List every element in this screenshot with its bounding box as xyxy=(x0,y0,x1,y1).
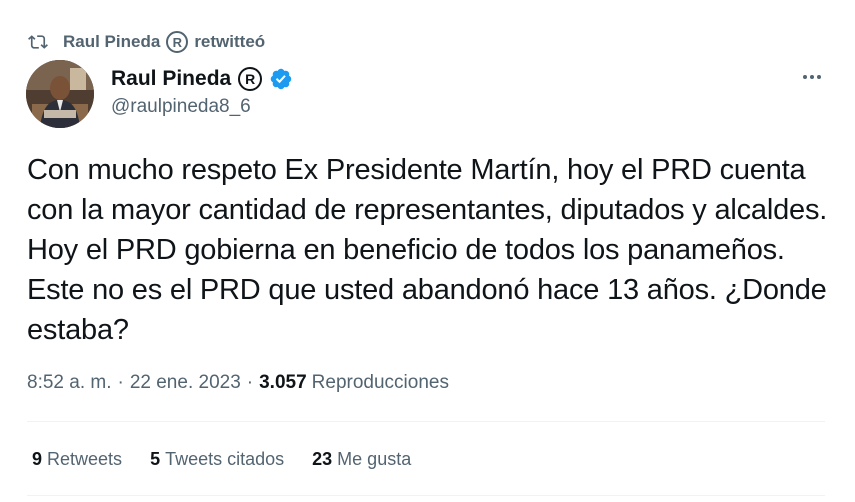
quote-tweets-count: 5 xyxy=(150,449,161,469)
likes-stat[interactable]: 23 Me gusta xyxy=(312,449,411,470)
retweet-icon xyxy=(27,32,49,52)
tweet-stats: 9 Retweets 5 Tweets citados 23 Me gusta xyxy=(32,449,411,470)
likes-label: Me gusta xyxy=(337,449,412,469)
author-handle[interactable]: @raulpineda8_6 xyxy=(111,96,293,118)
retweet-action-label: retwitteó xyxy=(194,32,266,51)
retweets-stat[interactable]: 9 Retweets xyxy=(32,449,122,470)
author-block: Raul Pineda R @raulpineda8_6 xyxy=(111,64,293,118)
retweet-banner: Raul Pineda R retwitteó xyxy=(27,30,265,54)
tweet-date[interactable]: 22 ene. 2023 xyxy=(130,372,241,394)
divider xyxy=(27,495,825,496)
more-options-button[interactable] xyxy=(799,66,825,92)
retweeter-name[interactable]: Raul Pineda xyxy=(63,32,160,52)
views-label: Reproducciones xyxy=(311,372,449,393)
author-name-row: Raul Pineda R xyxy=(111,64,293,94)
retweets-count: 9 xyxy=(32,449,43,469)
divider xyxy=(27,421,825,422)
meta-separator: · xyxy=(117,372,124,393)
author-name[interactable]: Raul Pineda xyxy=(111,67,231,91)
tweet-time[interactable]: 8:52 a. m. xyxy=(27,372,112,394)
tweet-text: Con mucho respeto Ex Presidente Martín, … xyxy=(27,154,828,346)
meta-separator: · xyxy=(246,372,254,393)
quote-tweets-stat[interactable]: 5 Tweets citados xyxy=(150,449,284,470)
registered-badge: R xyxy=(238,67,263,91)
more-options-icon xyxy=(800,65,824,94)
quote-tweets-label: Tweets citados xyxy=(165,449,285,469)
registered-badge: R xyxy=(166,31,189,53)
avatar[interactable] xyxy=(26,60,94,128)
retweets-label: Retweets xyxy=(47,449,123,469)
views-count: 3.057 xyxy=(259,372,307,393)
likes-count: 23 xyxy=(312,449,333,469)
verified-badge-icon xyxy=(269,67,293,91)
tweet-metadata: 8:52 a. m. · 22 ene. 2023 · 3.057 Reprod… xyxy=(27,372,449,394)
